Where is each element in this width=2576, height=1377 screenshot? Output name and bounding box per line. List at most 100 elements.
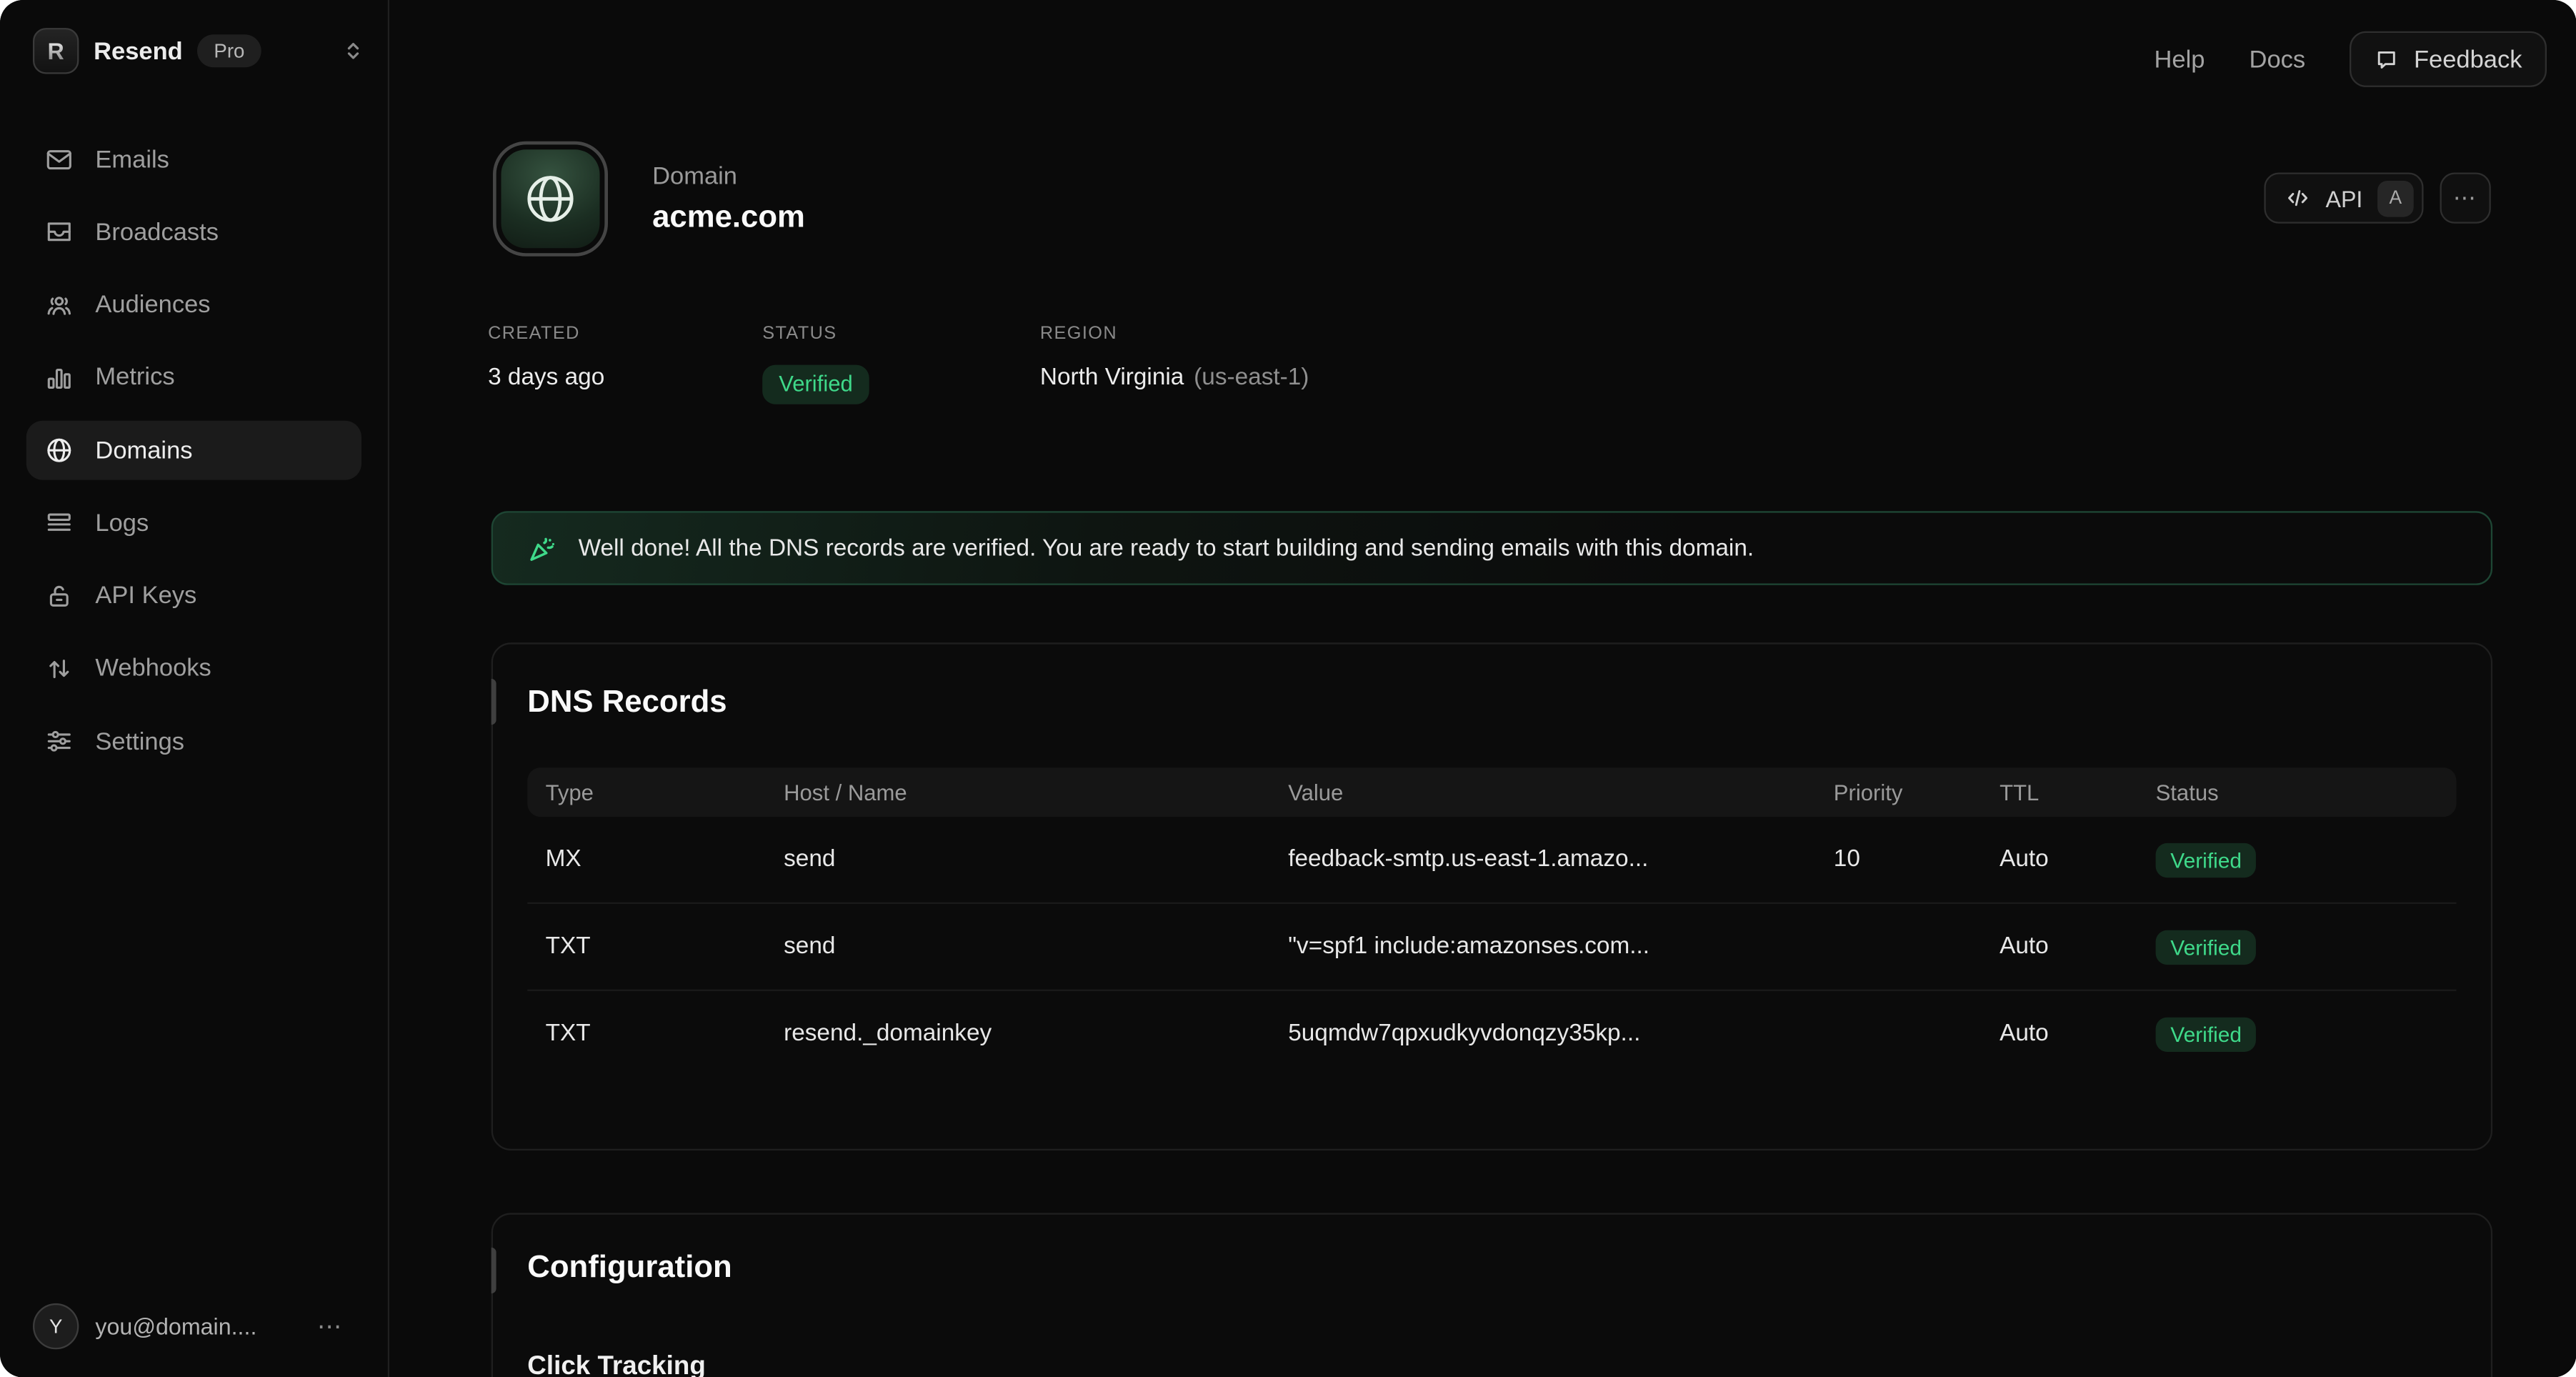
feedback-button[interactable]: Feedback	[2350, 31, 2547, 87]
configuration-card: Configuration Click Tracking	[491, 1213, 2492, 1377]
status-badge: Verified	[2156, 842, 2257, 877]
arrows-icon	[44, 654, 74, 683]
domain-more-button[interactable]: ⋯	[2440, 173, 2491, 224]
card-accent-notch	[491, 679, 496, 725]
click-tracking-label: Click Tracking	[527, 1353, 2456, 1377]
sidebar-item-broadcasts[interactable]: Broadcasts	[26, 202, 361, 262]
sidebar-item-label: Audiences	[95, 291, 210, 319]
mail-icon	[44, 144, 74, 174]
sidebar-item-label: API Keys	[95, 582, 196, 610]
cell-host: resend._domainkey	[784, 1020, 1288, 1047]
user-menu[interactable]: Y you@domain.... ⋯	[0, 1298, 388, 1354]
header-actions: API A ⋯	[2265, 173, 2490, 224]
created-value: 3 days ago	[488, 365, 762, 392]
sidebar-item-settings[interactable]: Settings	[26, 712, 361, 771]
domain-globe-tile	[493, 141, 608, 257]
sidebar-item-webhooks[interactable]: Webhooks	[26, 639, 361, 698]
stage: R Resend Pro Emails Broadcasts Audiences	[0, 0, 2576, 1377]
sidebar-item-label: Settings	[95, 727, 184, 755]
globe-icon	[521, 169, 580, 229]
speech-bubble-icon	[2375, 47, 2400, 72]
col-type: Type	[527, 780, 784, 805]
status-badge: Verified	[2156, 1017, 2257, 1051]
cell-host: send	[784, 847, 1288, 873]
topbar: Help Docs Feedback	[389, 0, 2576, 109]
success-banner: Well done! All the DNS records are verif…	[491, 511, 2492, 585]
sidebar-item-logs[interactable]: Logs	[26, 494, 361, 553]
sidebar-item-audiences[interactable]: Audiences	[26, 275, 361, 334]
dns-table: Type Host / Name Value Priority TTL Stat…	[527, 767, 2456, 1076]
col-ttl: TTL	[2000, 780, 2156, 805]
dns-records-card: DNS Records Type Host / Name Value Prior…	[491, 642, 2492, 1150]
col-status: Status	[2156, 780, 2457, 805]
cell-value: feedback-smtp.us-east-1.amazo...	[1288, 847, 1834, 873]
user-email: you@domain....	[95, 1313, 256, 1340]
banner-message: Well done! All the DNS records are verif…	[579, 535, 1754, 562]
cell-type: MX	[527, 847, 784, 873]
domain-kicker: Domain	[652, 162, 805, 190]
plan-badge: Pro	[197, 34, 261, 67]
cell-value: "v=spf1 include:amazonses.com...	[1288, 933, 1834, 960]
rows-icon	[44, 508, 74, 537]
region-value: North Virginia (us-east-1)	[1040, 365, 1309, 392]
configuration-title: Configuration	[527, 1251, 2456, 1287]
cell-ttl: Auto	[2000, 847, 2156, 873]
app-window: R Resend Pro Emails Broadcasts Audiences	[0, 0, 2576, 1377]
table-row[interactable]: TXT send "v=spf1 include:amazonses.com..…	[527, 903, 2456, 990]
sidebar-item-label: Domains	[95, 437, 192, 464]
col-value: Value	[1288, 780, 1834, 805]
users-icon	[44, 290, 74, 319]
cell-type: TXT	[527, 1020, 784, 1047]
sidebar-item-label: Broadcasts	[95, 218, 219, 246]
table-row[interactable]: MX send feedback-smtp.us-east-1.amazo...…	[527, 817, 2456, 903]
col-host: Host / Name	[784, 780, 1288, 805]
party-popper-icon	[526, 532, 559, 565]
dns-records-title: DNS Records	[527, 685, 2456, 722]
sidebar: R Resend Pro Emails Broadcasts Audiences	[0, 0, 389, 1377]
workspace-name: Resend	[94, 37, 183, 65]
sidebar-item-label: Webhooks	[95, 655, 211, 682]
globe-icon	[44, 436, 74, 465]
dns-table-header: Type Host / Name Value Priority TTL Stat…	[527, 767, 2456, 817]
cell-ttl: Auto	[2000, 1020, 2156, 1047]
sidebar-item-label: Emails	[95, 146, 169, 174]
chevron-updown-icon[interactable]	[341, 39, 364, 62]
code-icon	[2286, 186, 2311, 211]
status-badge: Verified	[762, 365, 869, 404]
user-more-button[interactable]: ⋯	[317, 1311, 345, 1341]
broadcast-icon	[44, 217, 74, 247]
sidebar-item-metrics[interactable]: Metrics	[26, 348, 361, 407]
domain-meta: CREATED 3 days ago STATUS Verified REGIO…	[488, 324, 1309, 404]
col-priority: Priority	[1834, 780, 2000, 805]
cell-ttl: Auto	[2000, 933, 2156, 960]
resend-logo: R	[33, 28, 79, 74]
api-button[interactable]: API A	[2265, 173, 2423, 224]
created-label: CREATED	[488, 324, 762, 344]
region-code: (us-east-1)	[1194, 365, 1309, 392]
workspace-switcher[interactable]: R Resend Pro	[0, 0, 388, 74]
docs-link[interactable]: Docs	[2250, 45, 2306, 73]
cell-host: send	[784, 933, 1288, 960]
sidebar-item-domains[interactable]: Domains	[26, 421, 361, 480]
sidebar-item-api-keys[interactable]: API Keys	[26, 566, 361, 625]
sidebar-item-label: Metrics	[95, 364, 174, 392]
sidebar-item-label: Logs	[95, 509, 149, 537]
sliders-icon	[44, 727, 74, 756]
cell-value: 5uqmdw7qpxudkyvdonqzy35kp...	[1288, 1020, 1834, 1047]
cell-type: TXT	[527, 933, 784, 960]
status-label: STATUS	[762, 324, 1040, 344]
sidebar-item-emails[interactable]: Emails	[26, 130, 361, 189]
bar-chart-icon	[44, 363, 74, 392]
table-row[interactable]: TXT resend._domainkey 5uqmdw7qpxudkyvdon…	[527, 990, 2456, 1077]
region-label: REGION	[1040, 324, 1309, 344]
main-content: Help Docs Feedback Domain acme.com API A…	[389, 0, 2576, 1377]
cell-priority: 10	[1834, 847, 2000, 873]
help-link[interactable]: Help	[2154, 45, 2205, 73]
status-badge: Verified	[2156, 930, 2257, 964]
page-title: acme.com	[652, 199, 805, 236]
card-accent-notch	[491, 1248, 496, 1293]
shortcut-key-badge: A	[2377, 180, 2414, 217]
sidebar-nav: Emails Broadcasts Audiences Metrics Doma…	[0, 130, 388, 771]
domain-header: Domain acme.com	[493, 141, 805, 257]
avatar: Y	[33, 1303, 79, 1349]
